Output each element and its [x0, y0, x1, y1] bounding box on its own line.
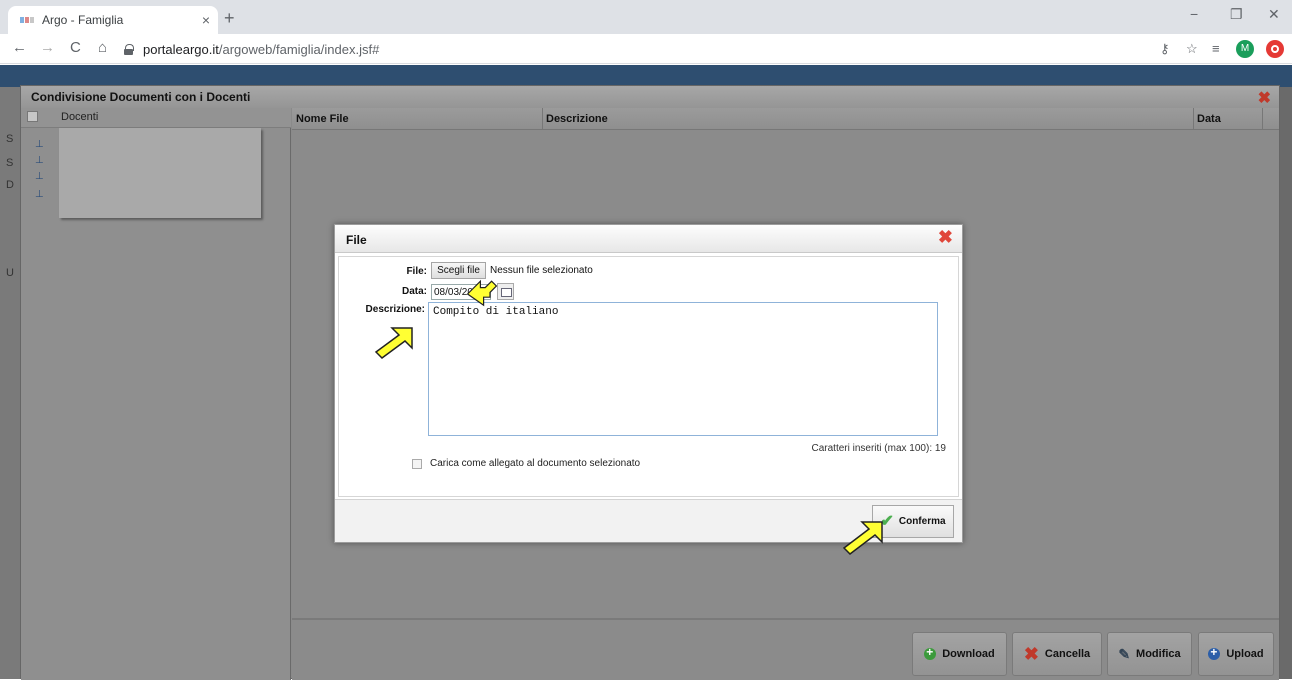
teacher-node-icon[interactable]: ⊥ [35, 190, 47, 200]
reload-icon[interactable]: C [70, 39, 81, 56]
file-modal: File ✖ File: Scegli file Nessun file sel… [334, 224, 963, 543]
browser-toolbar: ← → C ⌂ portaleargo.it/argoweb/famiglia/… [0, 34, 1292, 64]
dialog-button-bar: Download ✖ Cancella ✎ Modifica Upload [292, 618, 1279, 680]
teacher-node-icon[interactable]: ⊥ [35, 140, 47, 150]
file-label: File: [406, 266, 427, 277]
reading-list-icon[interactable]: ≡ [1212, 41, 1220, 56]
column-header-description[interactable]: Descrizione [546, 113, 608, 125]
edge-letter: S [6, 157, 14, 169]
forward-arrow-icon[interactable]: → [40, 39, 55, 56]
cancella-label: Cancella [1044, 648, 1091, 660]
column-separator [1193, 108, 1194, 130]
extension-icon[interactable] [1266, 40, 1284, 58]
tab-close-icon[interactable]: × [202, 12, 210, 28]
star-icon[interactable]: ☆ [1186, 41, 1198, 57]
attach-label: Carica come allegato al documento selezi… [430, 458, 641, 469]
column-separator [542, 108, 543, 130]
teachers-names-overlay [59, 128, 261, 218]
profile-avatar[interactable]: M [1236, 40, 1254, 58]
browser-tab[interactable]: Argo - Famiglia × [8, 6, 218, 34]
page-right-strip [1280, 87, 1292, 679]
page-left-strip: S S D U [0, 87, 20, 679]
key-icon[interactable]: ⚷ [1160, 41, 1170, 57]
download-icon [924, 645, 937, 660]
annotation-arrow-icon [374, 327, 413, 359]
modifica-label: Modifica [1136, 648, 1181, 660]
column-separator [1262, 108, 1263, 130]
pencil-icon: ✎ [1118, 646, 1131, 662]
home-icon[interactable]: ⌂ [98, 39, 107, 56]
conferma-button[interactable]: ✔ Conferma [872, 505, 954, 538]
teacher-node-icon[interactable]: ⊥ [35, 172, 47, 182]
teachers-tree-panel: Docenti ⊥ ⊥ ⊥ ⊥ [21, 108, 291, 680]
tree-select-all-checkbox[interactable] [27, 111, 38, 122]
page-header-bar [0, 65, 1292, 87]
modifica-button[interactable]: ✎ Modifica [1107, 632, 1192, 676]
back-arrow-icon[interactable]: ← [12, 39, 27, 56]
tab-title: Argo - Famiglia [42, 13, 124, 27]
edge-letter: U [6, 267, 14, 279]
file-modal-close-icon[interactable]: ✖ [938, 228, 953, 246]
date-label: Data: [401, 286, 427, 297]
no-file-text: Nessun file selezionato [490, 265, 593, 276]
file-modal-body: File: Scegli file Nessun file selezionat… [338, 256, 959, 497]
new-tab-button[interactable]: + [224, 8, 235, 29]
description-textarea[interactable]: Compito di italiano [428, 302, 938, 436]
conferma-label: Conferma [898, 516, 946, 527]
edge-letter: D [6, 179, 14, 191]
dialog-close-icon[interactable]: ✖ [1258, 88, 1271, 108]
file-modal-header: File ✖ [335, 225, 962, 253]
tree-header: Docenti [21, 108, 291, 128]
delete-x-icon: ✖ [1023, 644, 1039, 664]
download-label: Download [942, 648, 995, 660]
edge-letter: S [6, 133, 14, 145]
url-path: /argoweb/famiglia/index.jsf# [218, 41, 380, 57]
browser-tabstrip: Argo - Famiglia × + − ❐ ✕ [0, 0, 1292, 34]
teacher-node-icon[interactable]: ⊥ [35, 156, 47, 166]
character-counter: Caratteri inseriti (max 100): 19 [811, 443, 947, 454]
column-header-date[interactable]: Data [1197, 113, 1221, 125]
tree-header-label: Docenti [61, 111, 99, 123]
argo-favicon-icon [20, 17, 34, 23]
address-bar[interactable]: portaleargo.it/argoweb/famiglia/index.js… [124, 37, 1134, 61]
cancella-button[interactable]: ✖ Cancella [1012, 632, 1102, 676]
upload-button[interactable]: Upload [1198, 632, 1274, 676]
annotation-arrow-icon [466, 279, 498, 307]
upload-label: Upload [1226, 648, 1264, 660]
window-close-button[interactable]: ✕ [1268, 6, 1280, 23]
window-maximize-button[interactable]: ❐ [1230, 6, 1243, 23]
column-header-filename[interactable]: Nome File [296, 113, 349, 125]
file-modal-title: File [346, 233, 367, 247]
url-host: portaleargo.it [143, 41, 219, 57]
attach-checkbox[interactable] [412, 459, 422, 469]
window-minimize-button[interactable]: − [1190, 6, 1198, 22]
lock-icon [124, 43, 134, 55]
dialog-header: Condivisione Documenti con i Docenti ✖ [21, 86, 1279, 108]
download-button[interactable]: Download [912, 632, 1007, 676]
upload-icon [1208, 645, 1221, 660]
grid-header: Nome File Descrizione Data [292, 108, 1279, 130]
description-label: Descrizione: [365, 304, 425, 315]
dialog-title: Condivisione Documenti con i Docenti [31, 90, 251, 104]
annotation-arrow-icon [842, 521, 883, 555]
